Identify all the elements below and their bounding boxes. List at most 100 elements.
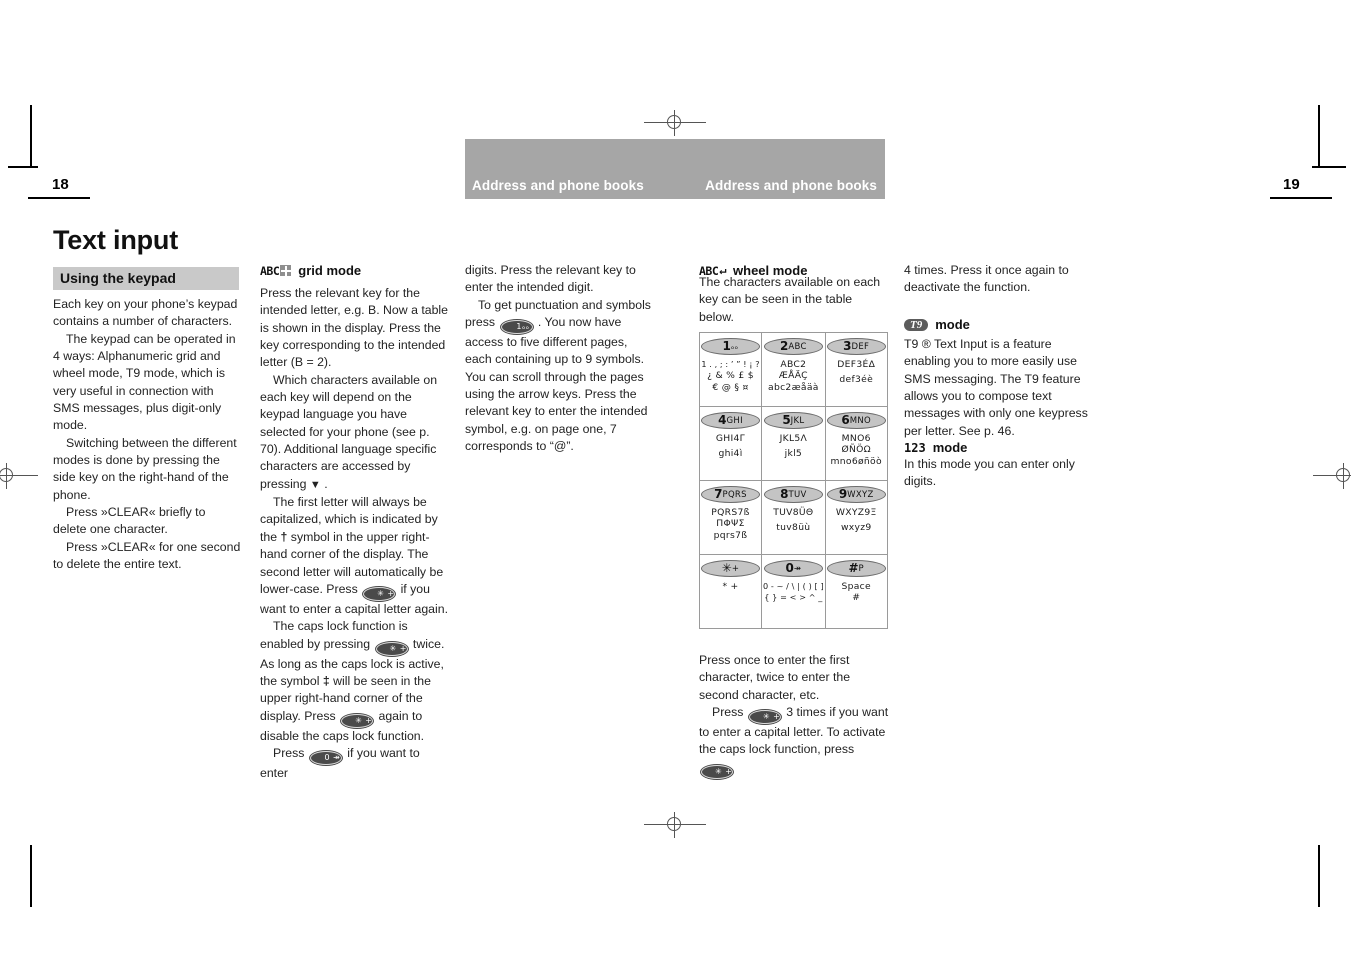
col2-para-2-text-a: Which characters available on each key w… xyxy=(260,372,438,491)
crop-mark-bottom-left-vertical xyxy=(30,845,32,907)
keypad-table-row: 7PQRS PQRS7ß ΠΦΨΣ pqrs7ß 8TUV TUV8ÜΘ tuv8üù 9W… xyxy=(699,480,888,555)
section-heading-label: Using the keypad xyxy=(60,270,176,286)
key-4-characters: GHI4Γ ghi4ì xyxy=(715,432,746,460)
key-4-cap: 4GHI xyxy=(701,411,760,429)
key-6-characters: MNO6 ØÑÖΩ mno6øñöò xyxy=(830,432,882,467)
section-heading-band: Using the keypad xyxy=(53,267,239,290)
key-1-cap: 1ₒₒ xyxy=(701,337,760,355)
keypad-table-body: 1ₒₒ 1 . , ; : ’ ” ! ¡ ? ¿ & % £ $ € @ § ¤ 2A… xyxy=(699,332,888,629)
key-hash-cap: #P xyxy=(826,559,886,577)
col3-para-2-text-b: . You now have access to five different … xyxy=(465,315,648,454)
t9-badge-icon: T9 xyxy=(904,318,929,331)
page-number-left: 18 xyxy=(52,176,69,193)
page-number-right: 19 xyxy=(1283,176,1300,193)
keypad-cell-key-0: 0↠ 0 - ~ / \ | ( ) [ ]{ } = < > ^ _ xyxy=(761,554,826,629)
key-5-characters: JKL5Λ jkl5 xyxy=(779,432,808,460)
dagger-icon: † xyxy=(280,529,288,544)
grid-mode-heading: ABC grid mode xyxy=(260,263,361,278)
keypad-cell-key-7: 7PQRS PQRS7ß ΠΦΨΣ pqrs7ß xyxy=(699,480,762,555)
key-3-characters: DEF3ÉΔ def3éè xyxy=(837,358,876,386)
key-9-cap: 9WXYZ xyxy=(826,485,886,503)
keypad-cell-key-hash: #P Space # xyxy=(824,554,888,629)
key-7-cap: 7PQRS xyxy=(701,485,760,503)
manual-spread-page: Address and phone books Address and phon… xyxy=(0,0,1351,954)
column-five-t9-body: T9 ® Text Input is a feature enabling yo… xyxy=(904,336,1090,440)
arrow-down-icon: ▼ xyxy=(309,478,321,491)
col4-para-3: Press ✳ + 3 times if you want to enter a… xyxy=(699,704,889,779)
col2-para-5-text-a: Press xyxy=(273,745,305,760)
key-5-cap: 5JKL xyxy=(763,411,823,429)
column-four-top: The characters available on each key can… xyxy=(699,274,887,326)
crop-mark-top-right-vertical xyxy=(1318,105,1320,167)
digit-mode-label: mode xyxy=(932,440,968,455)
col4-para-2: Press once to enter the first character,… xyxy=(699,653,851,702)
keypad-cell-key-3: 3DEF DEF3ÉΔ def3éè xyxy=(824,332,888,407)
col5-123-para: In this mode you can enter only digits. xyxy=(904,457,1075,489)
col2-para-2-text-b: . xyxy=(324,476,328,491)
keypad-cell-key-5: 5JKL JKL5Λ jkl5 xyxy=(761,406,826,481)
column-five-top: 4 times. Press it once again to deactiva… xyxy=(904,262,1090,297)
star-key-pill: ✳ + xyxy=(748,710,781,725)
key-star-characters: * + xyxy=(722,580,739,592)
keypad-cell-key-6: 6MNO MNO6 ØÑÖΩ mno6øñöò xyxy=(824,406,888,481)
col3-para-2: To get punctuation and symbols press 1ₒₒ… xyxy=(465,297,655,456)
col2-para-5: Press 0 ↠ if you want to enter xyxy=(260,745,450,782)
col2-para-4: The caps lock function is enabled by pre… xyxy=(260,618,450,745)
registration-mark-top-center xyxy=(644,110,706,136)
column-four-bottom: Press once to enter the first character,… xyxy=(699,652,889,779)
key-6-cap: 6MNO xyxy=(826,411,886,429)
star-key-pill: ✳ + xyxy=(375,641,408,656)
star-key-pill: ✳ + xyxy=(341,713,374,728)
key-hash-characters: Space # xyxy=(841,580,871,604)
keypad-cell-key-9: 9WXYZ WXYZ9Ξ wxyz9 xyxy=(824,480,888,555)
keypad-character-table: 1ₒₒ 1 . , ; : ’ ” ! ¡ ? ¿ & % £ $ € @ § ¤ 2A… xyxy=(699,332,888,629)
key-7-characters: PQRS7ß ΠΦΨΣ pqrs7ß xyxy=(711,506,750,541)
folio-rule-right xyxy=(1270,197,1332,200)
key-2-characters: ABC2 ÆÅÄÇ abc2æåäà xyxy=(768,358,819,393)
page-title: Text input xyxy=(53,225,178,255)
registration-mark-bottom-center xyxy=(644,812,706,838)
column-three: digits. Press the relevant key to enter … xyxy=(465,262,655,455)
col1-para-1: Each key on your phone’s keypad contains… xyxy=(53,297,238,329)
col2-para-1: Press the relevant key for the intended … xyxy=(260,286,448,370)
keypad-table-row: 4GHI GHI4Γ ghi4ì 5JKL JKL5Λ jkl5 6MNO MNO6 ØÑÖ… xyxy=(699,406,888,481)
one-key-pill: 1ₒₒ xyxy=(500,320,533,335)
abc-grid-icon: ABC xyxy=(260,264,293,278)
key-3-cap: 3DEF xyxy=(826,337,886,355)
crop-mark-bottom-right-vertical xyxy=(1318,845,1320,907)
keypad-cell-key-8: 8TUV TUV8ÜΘ tuv8üù xyxy=(761,480,826,555)
key-9-characters: WXYZ9Ξ wxyz9 xyxy=(835,506,877,534)
col1-para-2: The keypad can be operated in 4 ways: Al… xyxy=(53,331,236,433)
crop-mark-top-left-vertical xyxy=(30,105,32,167)
key-1-characters: 1 . , ; : ’ ” ! ¡ ? ¿ & % £ $ € @ § ¤ xyxy=(701,358,760,393)
key-star-cap: ✳+ xyxy=(701,559,760,577)
running-header-band: Address and phone books Address and phon… xyxy=(465,139,885,199)
star-key-pill: ✳ + xyxy=(701,764,733,779)
star-key-pill: ✳ + xyxy=(363,586,396,601)
crop-mark-top-right-horizontal xyxy=(1312,166,1346,168)
registration-mark-left xyxy=(0,463,38,489)
key-0-cap: 0↠ xyxy=(763,559,823,577)
col1-para-5: Press »CLEAR« for one second to delete t… xyxy=(53,539,241,572)
keypad-cell-key-1: 1ₒₒ 1 . , ; : ’ ” ! ¡ ? ¿ & % £ $ € @ § ¤ xyxy=(699,332,762,407)
key-8-cap: 8TUV xyxy=(763,485,823,503)
key-0-characters: 0 - ~ / \ | ( ) [ ]{ } = < > ^ _ xyxy=(763,580,824,603)
col3-para-1: digits. Press the relevant key to enter … xyxy=(465,263,636,295)
zero-key-pill: 0 ↠ xyxy=(309,750,342,765)
column-one: Each key on your phone’s keypad contains… xyxy=(53,296,241,574)
keypad-table-row: ✳+ * + 0↠ 0 - ~ / \ | ( ) [ ]{ } = < > ^ _… xyxy=(699,554,888,629)
col1-para-4: Press »CLEAR« briefly to delete one char… xyxy=(53,505,206,537)
123-badge-icon: 123 xyxy=(904,440,926,455)
grid-mode-label: grid mode xyxy=(298,263,362,278)
t9-mode-heading: T9 mode xyxy=(904,317,970,332)
keypad-table-row: 1ₒₒ 1 . , ; : ’ ” ! ¡ ? ¿ & % £ $ € @ § ¤ 2A… xyxy=(699,332,888,407)
col1-para-3: Switching between the different modes is… xyxy=(53,435,237,502)
keypad-cell-key-2: 2ABC ABC2 ÆÅÄÇ abc2æåäà xyxy=(761,332,826,407)
key-8-characters: TUV8ÜΘ tuv8üù xyxy=(773,506,814,534)
col4-para-1: The characters available on each key can… xyxy=(699,275,881,324)
running-header-right: Address and phone books xyxy=(705,178,877,193)
folio-rule-left xyxy=(28,197,90,200)
running-header-left: Address and phone books xyxy=(472,178,644,193)
keypad-cell-key-star: ✳+ * + xyxy=(699,554,762,629)
column-five-digit-body: In this mode you can enter only digits. xyxy=(904,456,1090,491)
